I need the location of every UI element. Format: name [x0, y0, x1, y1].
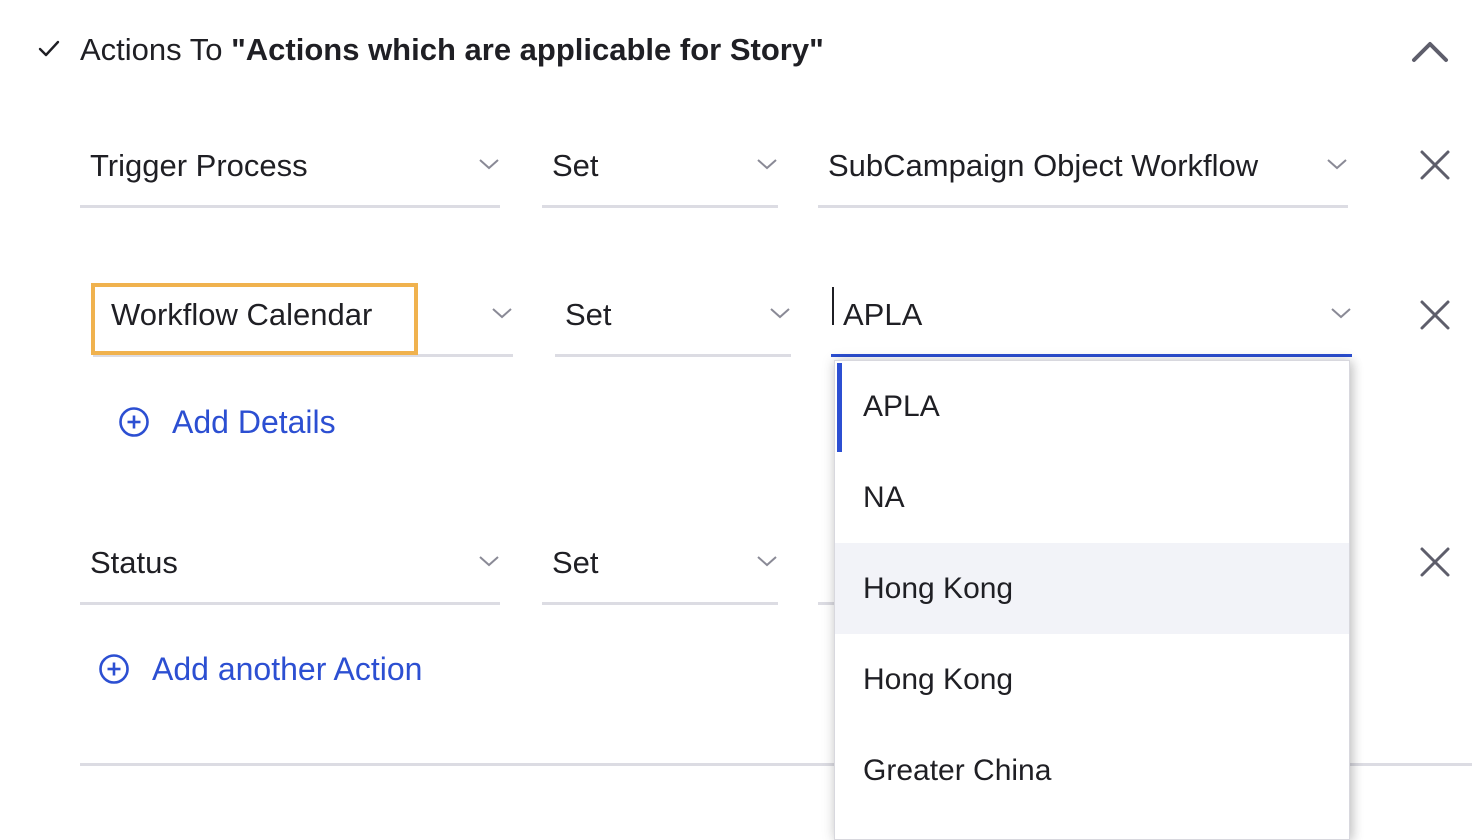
action-2-operator-select[interactable]: Set: [555, 277, 791, 357]
close-icon: [1420, 150, 1450, 180]
section-title-prefix: Actions To: [80, 32, 232, 67]
dropdown-option[interactable]: Hong Kong: [835, 543, 1349, 634]
dropdown-option-label: Hong Kong: [863, 571, 1014, 605]
action-1-operator-value: Set: [552, 148, 599, 183]
action-1-field-value: Trigger Process: [90, 148, 308, 183]
plus-circle-icon: [119, 407, 149, 437]
collapse-section-button[interactable]: [1408, 34, 1452, 68]
section-title-name: "Actions which are applicable for Story": [231, 32, 824, 67]
checkmark-icon: [38, 40, 60, 57]
text-cursor: [832, 287, 834, 325]
chevron-up-icon: [1412, 42, 1448, 62]
action-3-field-select[interactable]: Status: [80, 525, 500, 605]
add-another-action-link[interactable]: Add another Action: [98, 649, 422, 689]
dropdown-option[interactable]: Hong Kong: [835, 634, 1349, 725]
value-dropdown-menu: APLA NA Hong Kong Hong Kong Greater Chin…: [834, 360, 1350, 840]
dropdown-option-label: Greater China: [863, 753, 1052, 787]
add-details-link[interactable]: Add Details: [118, 402, 336, 442]
action-2-operator-value: Set: [565, 297, 612, 332]
chevron-down-icon: [770, 308, 790, 319]
action-2-field-value: Workflow Calendar: [111, 297, 373, 332]
chevron-down-icon: [479, 159, 499, 170]
close-icon: [1420, 547, 1450, 577]
action-1-value-select[interactable]: SubCampaign Object Workflow: [818, 128, 1348, 208]
action-2-remove-button[interactable]: [1418, 298, 1452, 332]
action-1-remove-button[interactable]: [1418, 148, 1452, 182]
chevron-down-icon: [1331, 308, 1351, 319]
action-1-operator-select[interactable]: Set: [542, 128, 778, 208]
dropdown-option[interactable]: APLA: [835, 361, 1349, 452]
section-title: Actions To "Actions which are applicable…: [80, 30, 824, 70]
action-3-remove-button[interactable]: [1418, 545, 1452, 579]
chevron-down-icon: [757, 556, 777, 567]
chevron-down-icon: [479, 556, 499, 567]
add-details-label: Add Details: [172, 404, 336, 440]
action-2-value-select[interactable]: APLA: [831, 277, 1352, 357]
action-2-value-text: APLA: [843, 297, 923, 332]
plus-circle-icon: [99, 654, 129, 684]
chevron-down-icon: [757, 159, 777, 170]
dropdown-option-label: APLA: [863, 389, 940, 423]
dropdown-option[interactable]: Greater China: [835, 725, 1349, 816]
action-1-field-select[interactable]: Trigger Process: [80, 128, 500, 208]
dropdown-option-label: Hong Kong: [863, 662, 1014, 696]
chevron-down-icon: [1327, 159, 1347, 170]
action-3-field-value: Status: [90, 545, 178, 580]
add-another-action-label: Add another Action: [152, 651, 423, 687]
dropdown-option[interactable]: NA: [835, 452, 1349, 543]
chevron-down-icon: [492, 308, 512, 319]
action-2-field-select[interactable]: Workflow Calendar: [93, 277, 513, 357]
action-3-operator-value: Set: [552, 545, 599, 580]
dropdown-option-label: NA: [863, 480, 905, 514]
action-3-operator-select[interactable]: Set: [542, 525, 778, 605]
action-1-value-text: SubCampaign Object Workflow: [828, 148, 1259, 183]
close-icon: [1420, 300, 1450, 330]
